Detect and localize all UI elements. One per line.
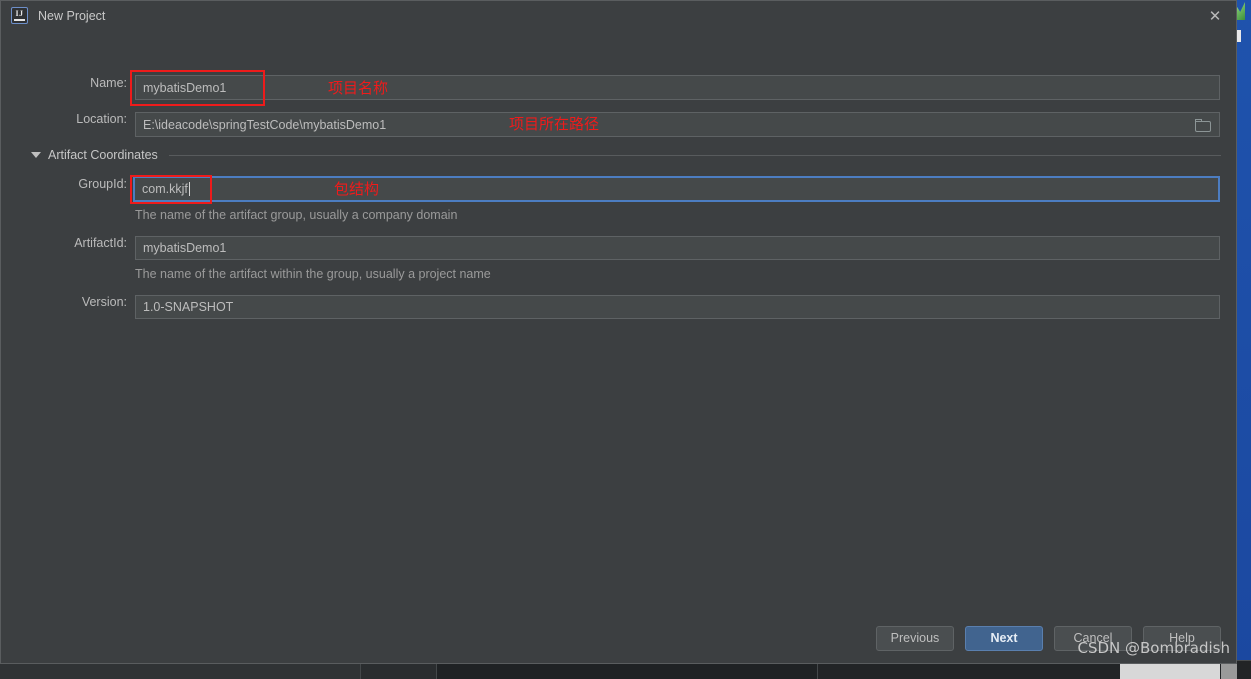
location-input-value: E:\ideacode\springTestCode\mybatisDemo1 xyxy=(143,117,387,132)
version-input[interactable]: 1.0-SNAPSHOT xyxy=(135,295,1220,319)
taskbar-segment[interactable] xyxy=(1120,662,1220,679)
desktop-right-strip xyxy=(1229,0,1251,679)
location-row: Location: xyxy=(29,112,127,126)
window-title: New Project xyxy=(38,8,106,23)
artifactid-hint: The name of the artifact within the grou… xyxy=(135,267,491,281)
new-project-dialog: IJ New Project ✕ Name: mybatisDemo1 Loca… xyxy=(0,0,1237,664)
name-row: Name: xyxy=(29,76,127,90)
version-input-value: 1.0-SNAPSHOT xyxy=(143,300,234,314)
annotation-text-groupid: 包结构 xyxy=(334,180,380,198)
artifactid-input-value: mybatisDemo1 xyxy=(143,241,227,255)
chevron-down-icon[interactable] xyxy=(31,152,41,158)
watermark: CSDN @Bombradish xyxy=(1077,639,1230,657)
artifact-coordinates-section-header[interactable]: Artifact Coordinates xyxy=(31,148,1221,162)
location-input[interactable]: E:\ideacode\springTestCode\mybatisDemo1 xyxy=(135,112,1220,137)
groupid-input-value: com.kkjf xyxy=(142,182,188,196)
groupid-hint: The name of the artifact group, usually … xyxy=(135,208,458,222)
previous-button[interactable]: Previous xyxy=(876,625,954,651)
name-label: Name: xyxy=(90,76,127,90)
annotation-text-location: 项目所在路径 xyxy=(509,115,600,133)
close-icon[interactable]: ✕ xyxy=(1204,6,1226,26)
artifactid-row: ArtifactId: xyxy=(61,236,127,250)
taskbar-segment[interactable] xyxy=(1221,662,1237,679)
folder-icon[interactable] xyxy=(1195,119,1211,132)
text-caret xyxy=(188,182,190,196)
next-button[interactable]: Next xyxy=(965,625,1043,651)
location-label: Location: xyxy=(76,112,127,126)
groupid-label: GroupId: xyxy=(78,177,127,191)
name-input-value: mybatisDemo1 xyxy=(143,80,227,95)
section-divider xyxy=(168,154,1221,156)
artifactid-input[interactable]: mybatisDemo1 xyxy=(135,236,1220,260)
artifact-coordinates-label: Artifact Coordinates xyxy=(48,148,158,162)
taskbar-segment[interactable] xyxy=(437,662,818,679)
dialog-button-bar: Previous Next Cancel Help xyxy=(1,618,1238,658)
annotation-text-name: 项目名称 xyxy=(328,79,389,97)
name-input[interactable]: mybatisDemo1 xyxy=(135,75,1220,100)
taskbar-segment[interactable] xyxy=(0,662,361,679)
artifactid-label: ArtifactId: xyxy=(74,236,127,250)
intellij-idea-icon: IJ xyxy=(11,7,28,24)
version-row: Version: xyxy=(61,295,127,309)
groupid-row: GroupId: xyxy=(61,177,127,191)
version-label: Version: xyxy=(81,295,127,309)
taskbar-segment[interactable] xyxy=(361,662,437,679)
groupid-input[interactable]: com.kkjf xyxy=(133,176,1220,202)
dialog-titlebar: IJ New Project ✕ xyxy=(1,1,1236,30)
